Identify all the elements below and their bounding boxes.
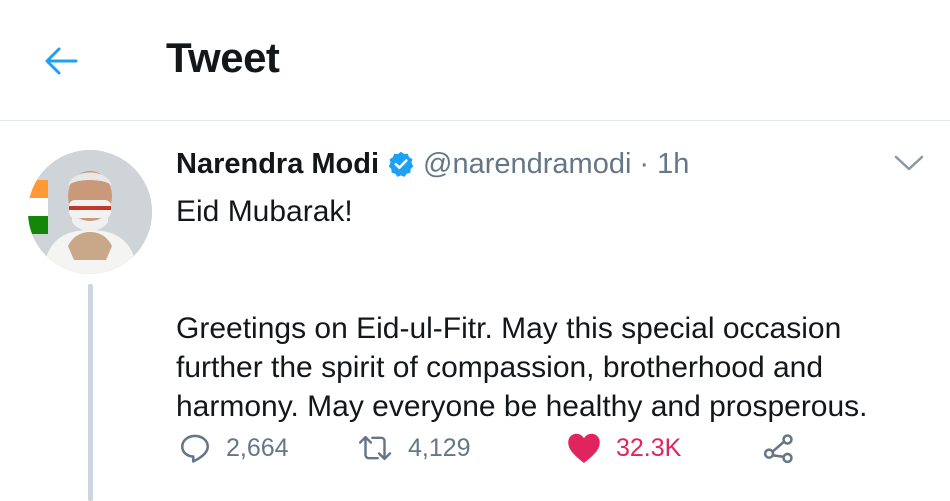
back-button[interactable] <box>38 38 84 84</box>
thread-line <box>88 284 93 501</box>
retweet-button[interactable]: 4,129 <box>356 426 566 470</box>
timestamp[interactable]: 1h <box>657 148 689 181</box>
reply-icon <box>180 434 210 463</box>
author-name[interactable]: Narendra Modi <box>176 148 379 181</box>
like-button[interactable]: 32.3K <box>566 426 761 470</box>
verified-badge-icon <box>387 150 415 178</box>
separator-dot: · <box>639 147 650 180</box>
reply-count: 2,664 <box>226 433 289 462</box>
page-title: Tweet <box>166 34 280 81</box>
retweet-count: 4,129 <box>408 433 471 462</box>
tweet-actions: 2,664 4,129 32.3K <box>178 426 797 470</box>
tweet-text: Eid Mubarak! Greetings on Eid-ul-Fitr. M… <box>176 192 936 426</box>
share-button[interactable] <box>761 426 797 470</box>
author-handle[interactable]: @narendramodi <box>423 148 631 181</box>
share-icon <box>763 434 793 464</box>
retweet-icon <box>358 435 392 461</box>
tweet-line-message: Greetings on Eid-ul-Fitr. May this speci… <box>176 312 868 423</box>
heart-icon <box>568 433 600 463</box>
tweet-line-greeting: Eid Mubarak! <box>176 195 353 228</box>
reply-button[interactable]: 2,664 <box>178 426 356 470</box>
author-row: Narendra Modi @narendramodi · 1h <box>176 142 689 186</box>
profile-photo <box>28 150 152 274</box>
chevron-down-icon <box>894 155 924 171</box>
top-bar: Tweet <box>0 0 950 121</box>
avatar[interactable] <box>28 150 152 274</box>
back-arrow-icon <box>45 47 78 75</box>
more-options-button[interactable] <box>892 148 926 178</box>
like-count: 32.3K <box>616 433 682 462</box>
